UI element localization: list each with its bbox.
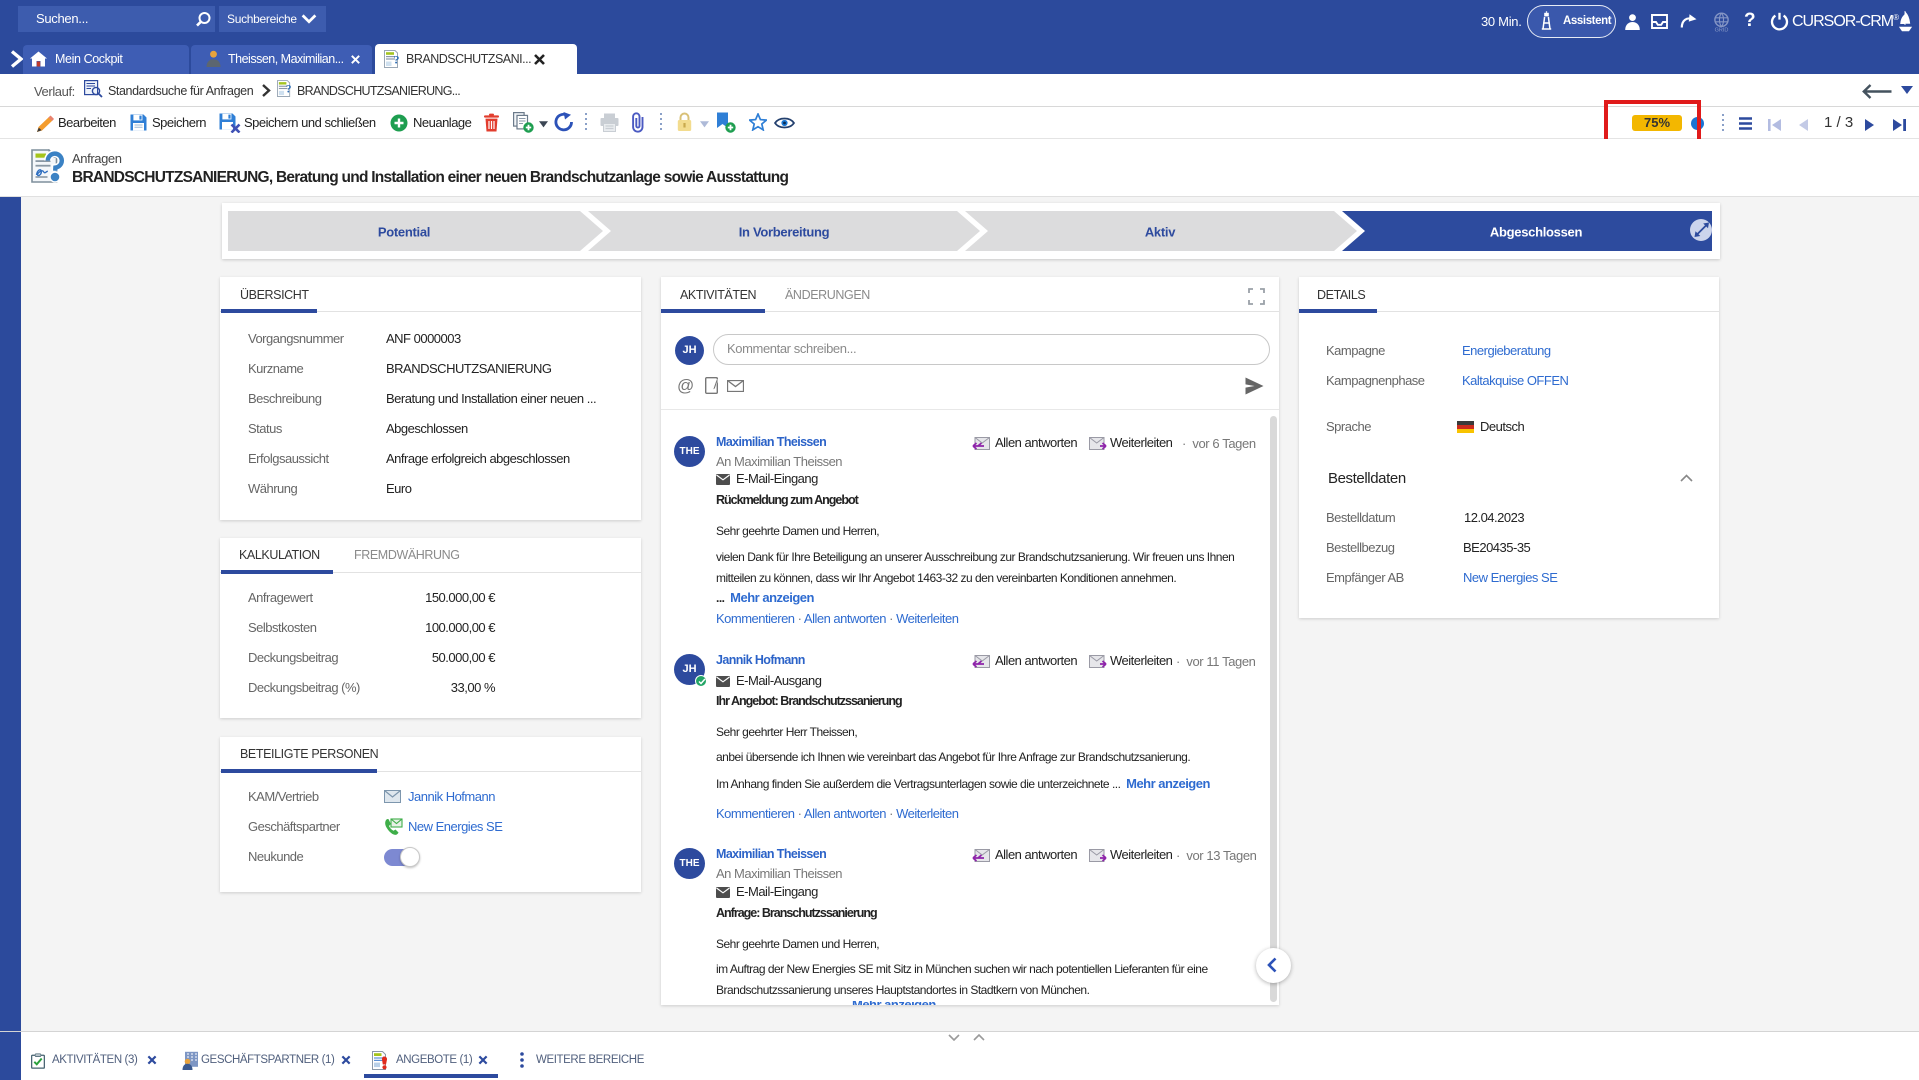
svg-text:GRID: GRID — [1715, 28, 1729, 33]
svg-text:Potential: Potential — [378, 225, 430, 240]
svg-text:Aktiv: Aktiv — [1145, 225, 1176, 240]
svg-text:?: ? — [286, 84, 292, 96]
svg-text:?: ? — [394, 53, 400, 67]
svg-text:In Vorbereitung: In Vorbereitung — [739, 225, 830, 240]
svg-text:Abgeschlossen: Abgeschlossen — [1490, 225, 1583, 240]
